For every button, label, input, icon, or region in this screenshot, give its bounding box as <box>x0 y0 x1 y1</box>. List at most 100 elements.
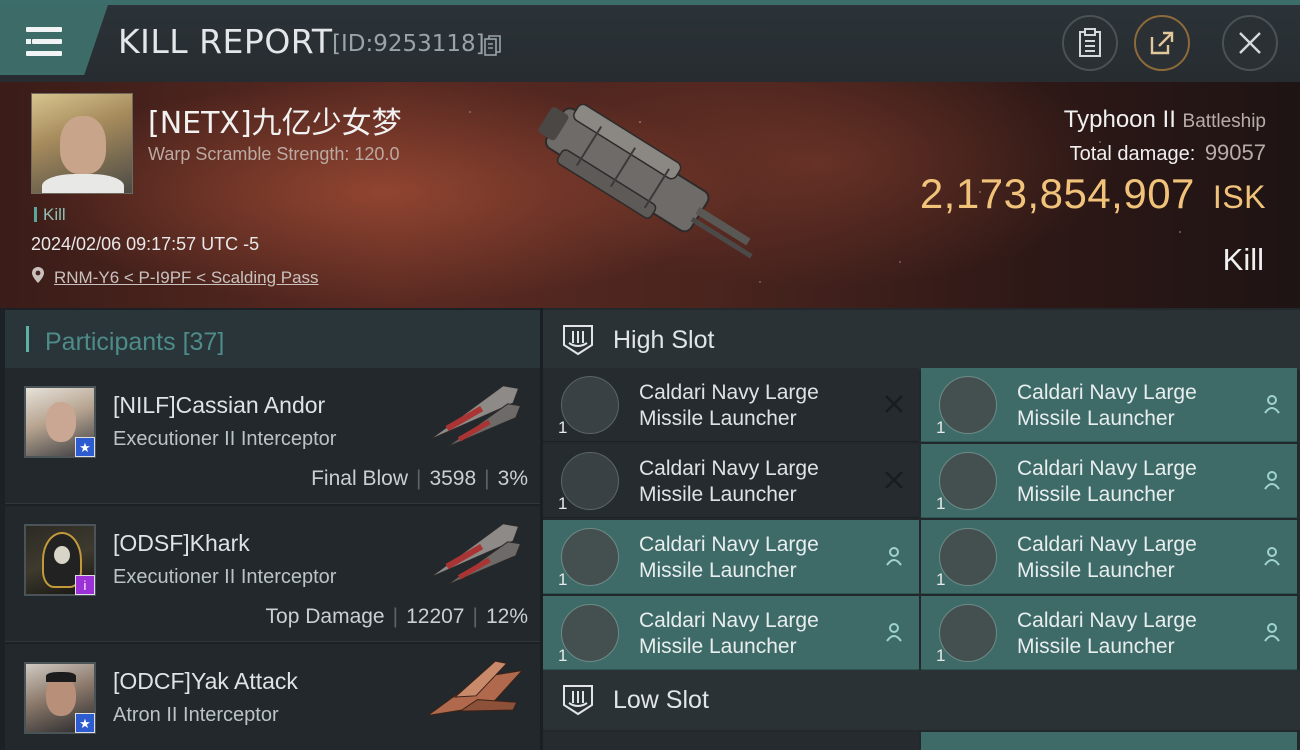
module-name: Caldari Navy Large Missile Launcher <box>1017 457 1197 506</box>
participant-role: Final Blow <box>311 467 408 490</box>
module-item[interactable]: 1 Caldari Navy Large Missile Launcher <box>543 444 919 518</box>
kill-type: Kill <box>1222 242 1264 277</box>
missile-launcher-icon <box>939 376 997 434</box>
victim-banner: [NETX]九亿少女梦 Warp Scramble Strength: 120.… <box>0 82 1300 308</box>
participant-percent: 3% <box>497 467 528 490</box>
total-damage-value: 99057 <box>1204 140 1266 165</box>
missile-launcher-icon <box>561 376 619 434</box>
module-item[interactable]: 1 Caldari Navy Large Missile Launcher <box>543 520 919 594</box>
module-name: Caldari Navy Large Missile Launcher <box>1017 609 1197 658</box>
module-name: Caldari Navy Large Missile Launcher <box>639 533 819 582</box>
module-name: Caldari Navy Large Missile Launcher <box>1017 533 1197 582</box>
participant-ship: Atron II Interceptor <box>113 704 279 726</box>
dropped-person-icon <box>1264 547 1280 566</box>
close-icon <box>1239 32 1261 54</box>
participant-ship: Executioner II Interceptor <box>113 566 337 588</box>
participant-name[interactable]: [ODSF]Khark <box>113 530 250 557</box>
module-item[interactable]: 1 Caldari Navy Large Missile Launcher <box>543 368 919 442</box>
participant-damage: 3598 <box>429 467 477 490</box>
module-name: Caldari Navy Large Missile Launcher <box>1017 381 1197 430</box>
page-title: KILL REPORT <box>118 22 333 61</box>
module-quantity: 1 <box>558 418 568 437</box>
participants-count: [37] <box>182 328 225 356</box>
low-slot-header[interactable]: Low Slot <box>543 670 1300 730</box>
high-slot-header[interactable]: High Slot <box>543 310 1300 370</box>
module-quantity: 1 <box>558 646 568 665</box>
ship-class: Battleship <box>1182 111 1266 132</box>
module-item[interactable]: 1 Caldari Navy Large Missile Launcher <box>921 596 1297 670</box>
missile-launcher-icon <box>939 528 997 586</box>
destroyed-icon <box>885 395 903 413</box>
location-pin-icon <box>32 267 44 283</box>
location-link[interactable]: RNM-Y6 < P-I9PF < Scalding Pass <box>54 268 319 288</box>
isk-value: 2,173,854,907 ISK <box>920 170 1266 218</box>
victim-portrait[interactable] <box>31 93 133 194</box>
module-quantity: 1 <box>558 494 568 513</box>
module-quantity: 1 <box>936 418 946 437</box>
isk-unit: ISK <box>1212 179 1266 215</box>
module-quantity: 1 <box>558 570 568 589</box>
low-slot-module-peek[interactable] <box>543 732 919 750</box>
missile-launcher-icon <box>561 452 619 510</box>
participant-stats: Final Blow | 3598 | 3% <box>311 467 528 490</box>
participants-panel: Participants [37] ★ [NILF]Cassian Andor … <box>0 308 540 750</box>
kill-datetime: 2024/02/06 09:17:57 UTC -5 <box>31 234 260 254</box>
module-quantity: 1 <box>936 494 946 513</box>
module-item[interactable]: 1 Caldari Navy Large Missile Launcher <box>921 368 1297 442</box>
share-button[interactable] <box>1134 15 1190 71</box>
high-slot-icon <box>563 325 593 356</box>
participant-damage: 12207 <box>406 605 465 628</box>
share-icon <box>1150 31 1174 55</box>
participant-stats: Top Damage | 12207 | 12% <box>265 605 528 628</box>
ship-name: Typhoon II <box>1063 106 1176 133</box>
isk-amount: 2,173,854,907 <box>919 170 1195 217</box>
module-quantity: 1 <box>936 646 946 665</box>
participant-row[interactable]: i [ODSF]Khark Executioner II Interceptor… <box>5 506 540 642</box>
participant-ship-image <box>429 523 522 586</box>
info-badge: i <box>75 575 95 595</box>
clipboard-icon <box>1079 28 1101 57</box>
low-slot-icon <box>563 685 593 716</box>
module-item[interactable]: 1 Caldari Navy Large Missile Launcher <box>921 444 1297 518</box>
dropped-person-icon <box>886 623 902 642</box>
participant-ship-image <box>429 385 522 448</box>
participant-ship: Executioner II Interceptor <box>113 428 337 450</box>
participant-ship-image <box>427 660 524 716</box>
victim-ship-image[interactable] <box>515 100 785 280</box>
participant-name[interactable]: [NILF]Cassian Andor <box>113 392 325 419</box>
dropped-person-icon <box>1264 395 1280 414</box>
top-accent-line <box>0 0 1300 5</box>
copy-icon[interactable] <box>484 35 502 57</box>
module-item[interactable]: 1 Caldari Navy Large Missile Launcher <box>543 596 919 670</box>
high-slot-title: High Slot <box>613 326 715 354</box>
participant-name[interactable]: [ODCF]Yak Attack <box>113 668 298 695</box>
report-id: [ID:9253118] <box>332 31 485 57</box>
missile-launcher-icon <box>939 452 997 510</box>
close-button[interactable] <box>1222 15 1278 71</box>
victim-name[interactable]: [NETX]九亿少女梦 <box>148 98 402 142</box>
module-name: Caldari Navy Large Missile Launcher <box>639 381 819 430</box>
participant-role: Top Damage <box>265 605 385 628</box>
menu-icon <box>26 27 62 57</box>
dropped-person-icon <box>886 547 902 566</box>
total-damage: Total damage: 99057 <box>1070 140 1266 166</box>
participant-row[interactable]: ★ [NILF]Cassian Andor Executioner II Int… <box>5 368 540 504</box>
kill-tag: Kill <box>34 205 66 225</box>
top-bar: KILL REPORT [ID:9253118] <box>0 0 1300 82</box>
module-quantity: 1 <box>936 570 946 589</box>
participant-percent: 12% <box>485 605 528 628</box>
clipboard-button[interactable] <box>1062 15 1118 71</box>
module-name: Caldari Navy Large Missile Launcher <box>639 457 819 506</box>
fitting-slots-panel: High Slot 1 Caldari Navy Large Missile L… <box>543 308 1300 750</box>
low-slot-module-peek[interactable] <box>921 732 1297 750</box>
corp-star-badge: ★ <box>75 437 95 457</box>
menu-button[interactable] <box>0 5 108 75</box>
total-damage-label: Total damage: <box>1069 143 1196 165</box>
participants-header: Participants [37] <box>5 310 540 372</box>
module-item[interactable]: 1 Caldari Navy Large Missile Launcher <box>921 520 1297 594</box>
corp-star-badge: ★ <box>75 713 95 733</box>
module-name: Caldari Navy Large Missile Launcher <box>639 609 819 658</box>
dropped-person-icon <box>1264 471 1280 490</box>
missile-launcher-icon <box>561 604 619 662</box>
participant-row[interactable]: ★ [ODCF]Yak Attack Atron II Interceptor <box>5 644 540 750</box>
